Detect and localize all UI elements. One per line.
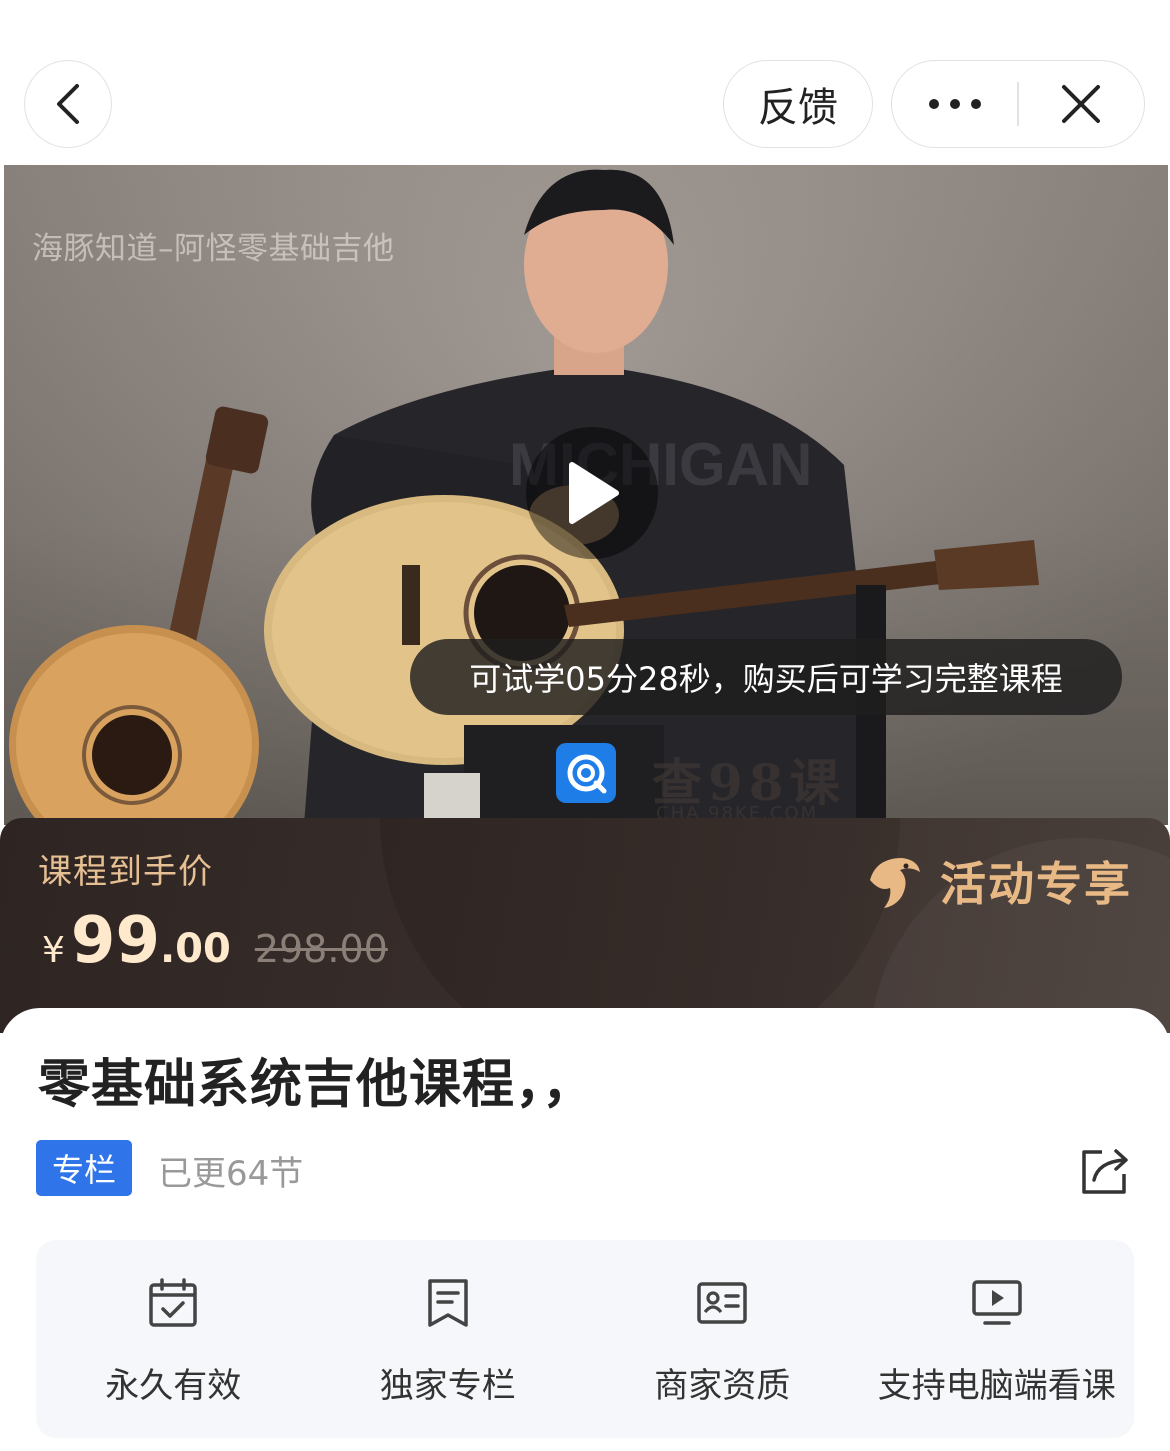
- price-row: ¥ 99 .00 298.00: [42, 904, 388, 978]
- share-icon: [1082, 1149, 1128, 1194]
- course-video-player[interactable]: MICHIGAN 海豚知道–阿怪零基础吉他 可试学05分28秒，购买后可学习完整…: [4, 165, 1168, 825]
- share-button[interactable]: [1078, 1144, 1132, 1198]
- close-icon: [1062, 85, 1101, 123]
- back-button[interactable]: [24, 60, 112, 148]
- feature-label: 永久有效: [105, 1366, 242, 1406]
- play-button[interactable]: [526, 427, 658, 559]
- mini-program-capsule: [891, 60, 1145, 148]
- close-button[interactable]: [1019, 61, 1144, 147]
- course-title: 零基础系统吉他课程，，: [38, 1055, 596, 1115]
- dolphin-logo-icon: [870, 858, 920, 908]
- feature-item-pc: 支持电脑端看课: [860, 1240, 1135, 1438]
- decorative-circle: [380, 818, 900, 1033]
- brand-logo-icon: [556, 743, 616, 803]
- id-card-icon: [697, 1282, 747, 1324]
- more-dots-icon: [928, 99, 981, 109]
- original-price: 298.00: [254, 927, 388, 971]
- feature-label: 独家专栏: [379, 1366, 516, 1406]
- promo-tag-label: 活动专享: [940, 857, 1132, 911]
- brand-watermark: 查98课 CHA 98KE.COM: [556, 743, 876, 824]
- feature-item-permanent: 永久有效: [36, 1240, 311, 1438]
- feature-item-merchant: 商家资质: [585, 1240, 860, 1438]
- currency-symbol: ¥: [42, 930, 65, 971]
- promo-tag: 活动专享: [862, 848, 1132, 914]
- feature-label: 商家资质: [654, 1366, 791, 1406]
- trial-tip: 可试学05分28秒，购买后可学习完整课程: [410, 639, 1122, 715]
- feedback-button[interactable]: 反馈: [723, 60, 873, 148]
- price-label: 课程到手价: [38, 852, 213, 892]
- feature-label: 支持电脑端看课: [877, 1366, 1116, 1406]
- video-watermark: 海豚知道–阿怪零基础吉他: [32, 231, 395, 267]
- type-badge: 专栏: [36, 1140, 132, 1196]
- update-count: 已更64节: [158, 1154, 304, 1194]
- feature-item-exclusive: 独家专栏: [311, 1240, 586, 1438]
- bookmark-doc-icon: [428, 1279, 468, 1327]
- more-button[interactable]: [892, 61, 1017, 147]
- feature-list: 永久有效 独家专栏 商家资质 支持电脑端看课: [36, 1240, 1134, 1438]
- price-integer: 99: [70, 904, 160, 978]
- top-nav-bar: 反馈: [0, 0, 1170, 165]
- course-info-card: 零基础系统吉他课程，， 专栏 已更64节 永久有效 独家专栏 商家资质 支持电脑…: [0, 1008, 1170, 1451]
- chevron-left-icon: [57, 84, 79, 124]
- price-decimal: .00: [159, 926, 231, 972]
- promo-price-banner: 课程到手价 ¥ 99 .00 298.00 活动专享: [0, 818, 1170, 1033]
- monitor-play-icon: [972, 1280, 1022, 1325]
- calendar-check-icon: [149, 1278, 197, 1327]
- play-icon: [569, 462, 619, 524]
